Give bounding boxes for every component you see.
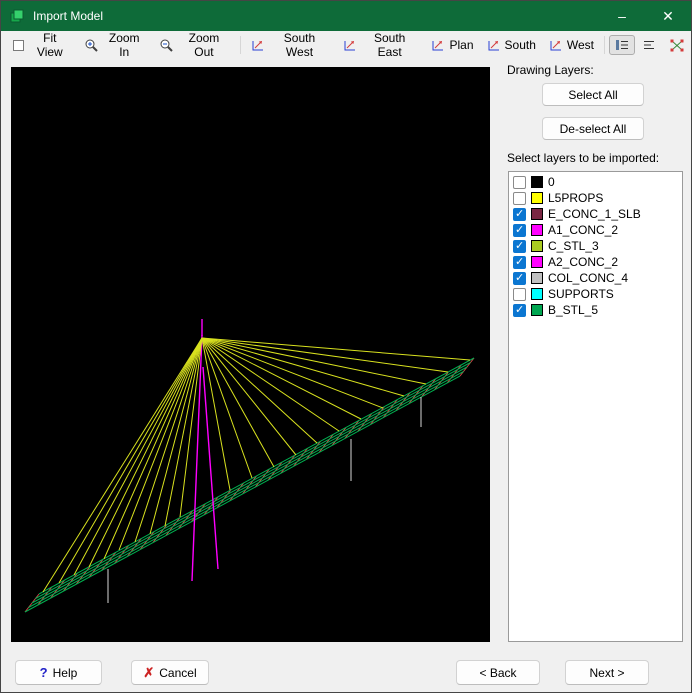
layer-color-swatch [531,256,543,268]
close-button[interactable]: ✕ [645,1,691,31]
layer-color-swatch [531,224,543,236]
model-viewport[interactable] [11,67,490,642]
shaded-list-view-button[interactable] [608,35,635,55]
help-button[interactable]: ? Help [15,660,102,685]
toolbar: Fit View Zoom In Zoom Out South West Sou… [1,31,691,59]
layer-label: C_STL_3 [548,239,599,253]
view-south-west-button[interactable]: South West [245,27,336,63]
layer-checkbox[interactable] [513,175,526,189]
help-icon: ? [39,665,48,680]
fit-view-icon [12,39,25,52]
view-west-label: West [566,38,594,52]
layer-color-swatch [531,240,543,252]
layer-label: B_STL_5 [548,303,599,317]
layer-color-swatch [531,208,543,220]
help-label: Help [52,665,78,680]
drawing-layers-label: Drawing Layers: [507,63,594,77]
fit-view-button[interactable]: Fit View [6,27,77,63]
layer-label: 0 [548,175,555,189]
layer-label: COL_CONC_4 [548,271,629,285]
layer-checkbox[interactable] [513,303,526,317]
layer-row[interactable]: SUPPORTS [509,286,682,302]
view-south-west-icon [251,39,265,52]
cancel-button[interactable]: ✗ Cancel [131,660,209,685]
view-south-west-label: South West [283,31,316,59]
layer-color-swatch [531,288,543,300]
next-label: Next > [589,665,625,680]
layer-label: A2_CONC_2 [548,255,619,269]
select-layers-label: Select layers to be imported: [507,151,660,165]
app-icon [9,8,25,24]
toolbar-separator [604,36,605,54]
layer-row[interactable]: 0 [509,174,682,190]
simple-list-icon [642,39,656,51]
layer-row[interactable]: COL_CONC_4 [509,270,682,286]
layer-label: L5PROPS [548,191,604,205]
model-svg [24,319,475,613]
view-south-east-label: South East [373,31,406,59]
layer-label: SUPPORTS [548,287,614,301]
import-model-window: Import Model – ✕ Fit View Zoom In Zoom O… [0,0,692,693]
view-plan-icon [431,39,445,52]
layer-list[interactable]: 0 L5PROPS E_CONC_1_SLB A1_CONC_2 C_STL_3 A2_C… [508,171,683,642]
layer-row[interactable]: E_CONC_1_SLB [509,206,682,222]
layer-row[interactable]: A1_CONC_2 [509,222,682,238]
zoom-in-button[interactable]: Zoom In [78,27,152,63]
back-button[interactable]: < Back [456,660,540,685]
cancel-label: Cancel [159,665,197,680]
zoom-in-icon [84,38,99,53]
layer-label: E_CONC_1_SLB [548,207,641,221]
layer-row[interactable]: L5PROPS [509,190,682,206]
deselect-all-button[interactable]: De-select All [542,117,644,140]
node-merge-button[interactable] [663,34,691,56]
layer-checkbox[interactable] [513,255,526,269]
layer-color-swatch [531,192,543,204]
view-plan-button[interactable]: Plan [425,34,479,56]
layer-checkbox[interactable] [513,191,526,205]
zoom-in-label: Zoom In [108,31,140,59]
layer-checkbox[interactable] [513,207,526,221]
toolbar-separator [240,36,242,54]
node-links-icon [669,38,685,52]
view-west-icon [549,39,563,52]
layer-checkbox[interactable] [513,223,526,237]
layer-checkbox[interactable] [513,271,526,285]
layer-color-swatch [531,176,543,188]
layer-label: A1_CONC_2 [548,223,619,237]
view-south-button[interactable]: South [481,34,542,56]
view-west-button[interactable]: West [543,34,600,56]
layer-row[interactable]: B_STL_5 [509,302,682,318]
zoom-out-button[interactable]: Zoom Out [153,27,236,63]
cancel-icon: ✗ [143,664,155,680]
view-south-label: South [504,38,536,52]
back-label: < Back [479,665,517,680]
layer-checkbox[interactable] [513,239,526,253]
window-title: Import Model [33,9,104,23]
zoom-out-icon [159,38,174,53]
layer-row[interactable]: A2_CONC_2 [509,254,682,270]
minimize-button[interactable]: – [599,1,645,31]
zoom-out-label: Zoom Out [188,31,220,59]
fit-view-label: Fit View [36,31,63,59]
detailed-list-icon [615,39,629,51]
layer-checkbox[interactable] [513,287,526,301]
layer-color-swatch [531,272,543,284]
next-button[interactable]: Next > [565,660,649,685]
outline-list-view-button[interactable] [636,35,662,55]
layer-row[interactable]: C_STL_3 [509,238,682,254]
layer-color-swatch [531,304,543,316]
view-plan-label: Plan [449,38,474,52]
layers-panel: Drawing Layers: Select All De-select All… [501,61,685,642]
view-south-east-button[interactable]: South East [337,27,425,63]
view-south-east-icon [343,39,357,52]
view-south-icon [487,39,501,52]
select-all-button[interactable]: Select All [542,83,644,106]
